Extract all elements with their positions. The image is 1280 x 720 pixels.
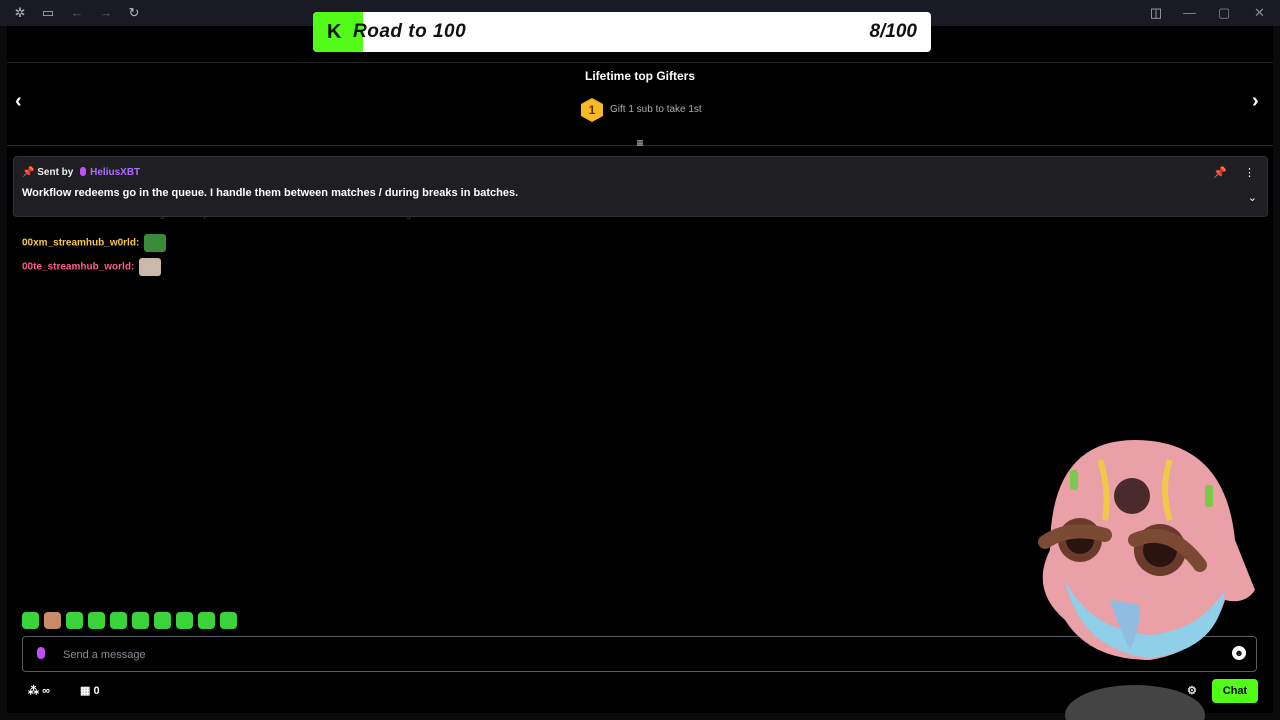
- workspace-icon[interactable]: ✲: [12, 5, 28, 21]
- points-value: ∞: [42, 685, 50, 697]
- emote-icon[interactable]: [176, 612, 193, 629]
- goal-title: Road to 100: [353, 21, 467, 42]
- unpin-icon[interactable]: 📌: [1213, 166, 1227, 179]
- close-icon[interactable]: ✕: [1254, 5, 1265, 21]
- goal-count: 8/100: [869, 21, 917, 42]
- store-button[interactable]: ▦ 0: [80, 684, 100, 697]
- chat-username[interactable]: 00xm_streamhub_w0rld:: [22, 238, 139, 249]
- emote-icon[interactable]: [154, 612, 171, 629]
- emote-icon[interactable]: [110, 612, 127, 629]
- collapse-icon[interactable]: ≡: [633, 136, 647, 150]
- emote-icon[interactable]: [22, 612, 39, 629]
- emote-icon[interactable]: [44, 612, 61, 629]
- pinned-message: 📌 Sent by HeliusXBT Workflow redeems go …: [13, 156, 1268, 217]
- split-view-icon[interactable]: ◫: [1148, 5, 1164, 21]
- cat-emote-icon: [139, 258, 162, 276]
- pinned-sent-by: Sent by: [37, 167, 74, 178]
- chevron-down-icon[interactable]: ⌄: [1248, 191, 1257, 204]
- chat-username[interactable]: 00te_streamhub_world:: [22, 262, 134, 273]
- mic-icon: [37, 647, 45, 659]
- goal-banner: K Road to 100 8/100: [313, 12, 931, 52]
- emote-icon[interactable]: [220, 612, 237, 629]
- emote-quick-bar: [22, 612, 242, 630]
- top-gifters-panel: Lifetime top Gifters ‹ › 1 Gift 1 sub to…: [7, 62, 1273, 143]
- chat-message: 00xm_streamhub_w0rld:: [22, 234, 167, 252]
- reload-icon[interactable]: ↻: [126, 5, 142, 21]
- pinned-header: 📌 Sent by HeliusXBT: [22, 167, 140, 178]
- pinned-message-text: Workflow redeems go in the queue. I hand…: [22, 187, 519, 199]
- forward-icon[interactable]: →: [98, 5, 114, 21]
- pepe-emote-icon: [144, 234, 167, 252]
- emote-icon[interactable]: [198, 612, 215, 629]
- maximize-icon[interactable]: ▢: [1218, 5, 1230, 21]
- pin-icon: 📌: [22, 167, 35, 178]
- mic-icon: [80, 167, 87, 176]
- points-icon: ⁂: [28, 685, 39, 697]
- emote-icon[interactable]: [66, 612, 83, 629]
- mascot-avatar: [1038, 440, 1255, 720]
- rank-hint: Gift 1 sub to take 1st: [610, 104, 702, 115]
- kick-logo-icon: K: [327, 21, 342, 43]
- top-gifters-title: Lifetime top Gifters: [584, 69, 695, 83]
- sidebar-toggle-icon[interactable]: ▭: [40, 5, 56, 21]
- store-count: 0: [93, 685, 100, 697]
- back-icon[interactable]: ←: [69, 5, 85, 21]
- channel-points[interactable]: ⁂ ∞: [28, 684, 50, 697]
- chat-message: 00te_streamhub_world:: [22, 258, 162, 276]
- rank-badge-icon: 1: [581, 98, 603, 122]
- chevron-left-icon[interactable]: ‹: [15, 90, 22, 113]
- more-options-icon[interactable]: ⋮: [1244, 166, 1255, 179]
- emote-icon[interactable]: [132, 612, 149, 629]
- emote-icon[interactable]: [88, 612, 105, 629]
- pinned-username[interactable]: HeliusXBT: [90, 167, 140, 178]
- chevron-right-icon[interactable]: ›: [1252, 90, 1259, 113]
- store-icon: ▦: [80, 685, 91, 697]
- minimize-icon[interactable]: —: [1183, 5, 1196, 21]
